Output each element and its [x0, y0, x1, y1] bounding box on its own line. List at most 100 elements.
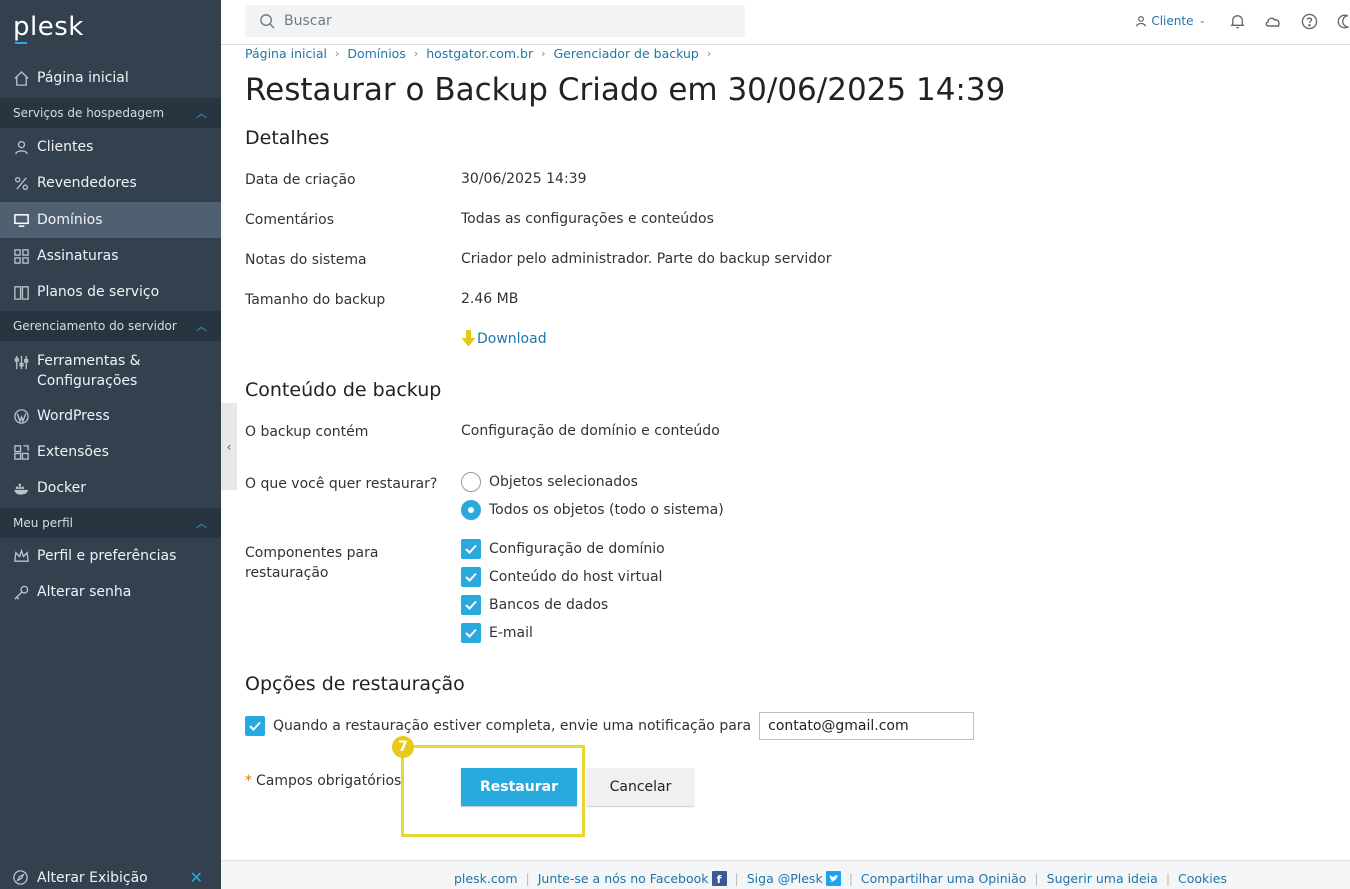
search-placeholder: Buscar	[284, 13, 332, 29]
sidebar-item-label: Docker	[37, 480, 87, 496]
tools-label-line1: Ferramentas &	[37, 353, 141, 369]
checkbox-checked[interactable]	[461, 623, 481, 643]
sidebar-item-label: Revendedores	[37, 175, 137, 191]
sidebar-item-clients[interactable]: Clientes	[0, 129, 221, 165]
system-notes-value: Criador pelo administrador. Parte do bac…	[461, 251, 832, 267]
checkbox-label: E-mail	[489, 625, 533, 641]
sidebar-item-tools-settings[interactable]: Ferramentas & Configurações	[0, 347, 221, 391]
notifications-icon[interactable]	[1228, 12, 1246, 30]
sidebar: plesk Página inicial Serviços de hospeda…	[0, 0, 221, 889]
footer-link-plesk[interactable]: plesk.com	[454, 871, 518, 886]
notify-label: Quando a restauração estiver completa, e…	[273, 718, 752, 734]
sidebar-item-extensions[interactable]: Extensões	[0, 434, 221, 470]
breadcrumb-item-backup-manager[interactable]: Gerenciador de backup	[554, 46, 699, 61]
component-checkbox-databases[interactable]: Bancos de dados	[461, 595, 608, 615]
checkbox-label: Conteúdo do host virtual	[489, 569, 663, 585]
plesk-logo[interactable]: plesk	[13, 12, 84, 42]
search-input[interactable]: Buscar	[245, 5, 745, 37]
radio-button[interactable]	[461, 472, 481, 492]
backup-size-value: 2.46 MB	[461, 291, 519, 307]
sidebar-item-home[interactable]: Página inicial	[0, 60, 221, 96]
sidebar-item-subscriptions[interactable]: Assinaturas	[0, 238, 221, 274]
breadcrumb-item-domains[interactable]: Domínios	[347, 46, 405, 61]
chevron-up-icon: ︿	[196, 517, 207, 530]
component-checkbox-domain-config[interactable]: Configuração de domínio	[461, 539, 665, 559]
checkbox-checked[interactable]	[461, 567, 481, 587]
cloud-icon[interactable]	[1264, 12, 1282, 30]
sidebar-item-label: Perfil e preferências	[37, 548, 177, 564]
sidebar-section-hosting[interactable]: Serviços de hospedagem ︿	[0, 98, 221, 128]
sidebar-change-view[interactable]: Alterar Exibição ✕	[0, 866, 221, 889]
required-fields-note: * Campos obrigatórios	[245, 773, 401, 789]
sidebar-item-profile-preferences[interactable]: Perfil e preferências	[0, 538, 221, 574]
search-icon	[259, 13, 276, 30]
topbar: Buscar Cliente ⌄	[221, 0, 1350, 45]
section-title-details: Detalhes	[245, 127, 330, 149]
sidebar-item-docker[interactable]: Docker	[0, 470, 221, 506]
sidebar-item-wordpress[interactable]: WordPress	[0, 398, 221, 434]
footer-link-feedback[interactable]: Compartilhar uma Opinião	[861, 871, 1027, 886]
backup-contains-value: Configuração de domínio e conteúdo	[461, 423, 720, 439]
component-checkbox-email[interactable]: E-mail	[461, 623, 533, 643]
sidebar-item-domains[interactable]: Domínios	[0, 202, 221, 238]
sidebar-item-label: Clientes	[37, 139, 94, 155]
notify-option: Quando a restauração estiver completa, e…	[245, 712, 975, 740]
footer-link-twitter[interactable]: Siga @Plesk	[747, 871, 823, 886]
chevron-right-icon: ›	[413, 47, 419, 60]
footer-links: plesk.com | Junte-se a nós no Facebook f…	[454, 871, 1227, 886]
user-menu-label: Cliente	[1151, 14, 1194, 28]
help-icon[interactable]	[1300, 12, 1318, 30]
components-label-line2: restauração	[245, 565, 329, 581]
sidebar-item-label: Página inicial	[37, 70, 129, 86]
wordpress-icon	[12, 407, 30, 425]
facebook-icon[interactable]: f	[711, 871, 727, 886]
footer-link-facebook[interactable]: Junte-se a nós no Facebook	[538, 871, 709, 886]
footer-link-cookies[interactable]: Cookies	[1178, 871, 1227, 886]
percent-icon	[12, 174, 30, 192]
creation-date-label: Data de criação	[245, 172, 356, 188]
footer-divider: |	[734, 871, 739, 886]
chevron-up-icon: ︿	[196, 320, 207, 333]
breadcrumb-item-domain[interactable]: hostgator.com.br	[426, 46, 533, 61]
sidebar-item-label: Extensões	[37, 444, 109, 460]
user-menu[interactable]: Cliente ⌄	[1135, 14, 1206, 28]
component-checkbox-vhost-content[interactable]: Conteúdo do host virtual	[461, 567, 662, 587]
footer-divider: |	[848, 871, 853, 886]
sidebar-item-service-plans[interactable]: Planos de serviço	[0, 274, 221, 310]
backup-size-label: Tamanho do backup	[245, 292, 386, 308]
sidebar-item-change-password[interactable]: Alterar senha	[0, 574, 221, 610]
sidebar-item-label: Alterar senha	[37, 584, 132, 600]
sidebar-section-label: Meu perfil	[13, 516, 73, 530]
checkbox-checked[interactable]	[461, 595, 481, 615]
sidebar-section-label: Serviços de hospedagem	[13, 106, 165, 120]
notify-checkbox[interactable]	[245, 716, 265, 736]
sidebar-section-profile[interactable]: Meu perfil ︿	[0, 508, 221, 538]
compass-icon	[12, 869, 30, 887]
radio-button-selected[interactable]	[461, 500, 481, 520]
highlight-annotation-box	[401, 745, 585, 837]
sidebar-item-label: Planos de serviço	[37, 284, 160, 300]
sidebar-item-label: Domínios	[37, 212, 103, 228]
sidebar-section-server[interactable]: Gerenciamento do servidor ︿	[0, 311, 221, 341]
sidebar-collapse-handle[interactable]: ‹	[221, 403, 237, 490]
footer-link-suggest-idea[interactable]: Sugerir uma ideia	[1047, 871, 1158, 886]
grid-icon	[12, 247, 30, 265]
close-icon[interactable]: ✕	[190, 868, 203, 887]
radio-all-objects[interactable]: Todos os objetos (todo o sistema)	[461, 500, 724, 520]
download-link[interactable]: Download	[461, 330, 547, 347]
moon-icon[interactable]	[1336, 12, 1350, 30]
key-icon	[12, 583, 30, 601]
chevron-right-icon: ›	[706, 47, 712, 60]
notify-email-input[interactable]: contato@gmail.com	[759, 712, 975, 740]
section-title-backup-content: Conteúdo de backup	[245, 379, 442, 401]
cancel-button[interactable]: Cancelar	[587, 768, 694, 806]
sliders-icon	[12, 353, 30, 371]
sidebar-bottom-label: Alterar Exibição	[37, 869, 148, 886]
radio-selected-objects[interactable]: Objetos selecionados	[461, 472, 638, 492]
twitter-icon[interactable]	[825, 871, 841, 886]
sidebar-item-resellers[interactable]: Revendedores	[0, 165, 221, 201]
breadcrumb-item-home[interactable]: Página inicial	[245, 46, 327, 61]
extensions-icon	[12, 443, 30, 461]
checkbox-checked[interactable]	[461, 539, 481, 559]
chevron-up-icon: ︿	[196, 107, 207, 120]
